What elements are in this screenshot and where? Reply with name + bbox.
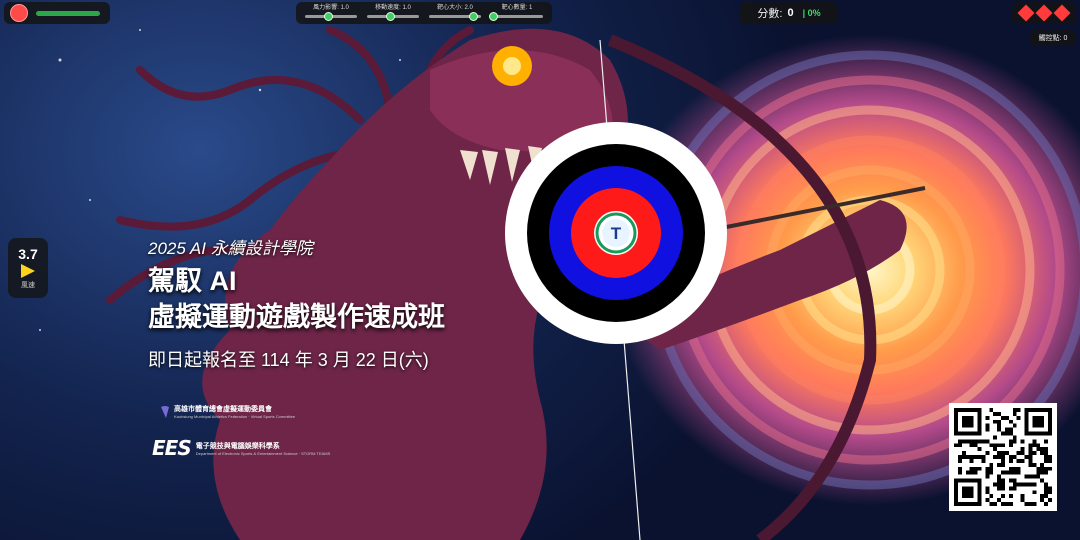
emblem-letter: T	[611, 224, 622, 243]
accuracy-value: | 0%	[802, 8, 821, 18]
slider-knob[interactable]	[489, 12, 499, 21]
wind-speed-value: 3.7	[18, 246, 38, 262]
archery-target[interactable]: T	[505, 122, 727, 344]
move-speed-slider[interactable]: 移動速度: 1.0	[364, 4, 422, 22]
target-size-slider[interactable]: 靶心大小: 2.0	[426, 4, 484, 22]
wind-direction-arrow-icon	[21, 264, 35, 278]
wind-label: 風速	[21, 282, 35, 289]
lives-panel	[1012, 2, 1076, 24]
player-status-panel	[4, 2, 110, 24]
score-label: 分數:	[757, 8, 783, 20]
federation-name: 高雄市體育總會虛擬運動委員會	[174, 406, 272, 413]
slider-track[interactable]	[305, 12, 357, 21]
life-diamond-icon	[1017, 4, 1035, 22]
slider-track[interactable]	[429, 12, 481, 21]
poster-registration-date: 即日起報名至 114 年 3 月 22 日(六)	[148, 350, 429, 370]
record-button[interactable]	[10, 4, 28, 22]
poster-subtitle: 2025 AI 永續設計學院	[148, 239, 313, 258]
federation-logo-icon	[161, 405, 169, 418]
slider-label: 移動速度: 1.0	[375, 5, 411, 11]
score-panel: 分數: 0 | 0%	[740, 2, 838, 24]
score-value: 0	[787, 7, 794, 19]
slider-track[interactable]	[367, 12, 419, 21]
slider-knob[interactable]	[323, 12, 333, 21]
ees-department-name-en: Department of Electronic Sports & Entert…	[195, 450, 331, 456]
wind-effect-slider[interactable]: 風力影響: 1.0	[302, 4, 360, 22]
slider-label: 靶心數量: 1	[501, 5, 533, 11]
ees-department-name: 電子競技與電腦娛樂科學系	[195, 442, 280, 450]
target-bullseye-emblem-icon[interactable]: T	[594, 211, 638, 255]
ees-logo: EES	[152, 436, 192, 460]
federation-name-en: Kaohsiung Municipal Athletics Federation…	[174, 414, 296, 419]
settings-sliders-panel: 風力影響: 1.0 移動速度: 1.0 靶心大小: 2.0 靶心數量: 1	[296, 2, 552, 24]
slider-knob[interactable]	[468, 12, 478, 21]
organizer-logo-federation: 高雄市體育總會虛擬運動委員會 Kaohsiung Municipal Athle…	[160, 404, 295, 419]
slider-track[interactable]	[489, 12, 543, 21]
poster-title-line2: 虛擬運動遊戲製作速成班	[148, 302, 445, 332]
registration-qr-code[interactable]	[949, 403, 1057, 511]
poster-title-line1: 駕馭 AI	[148, 266, 237, 296]
slider-label: 風力影響: 1.0	[313, 5, 349, 11]
health-bar	[36, 10, 100, 16]
touch-point-counter: 觸控點: 0	[1030, 30, 1076, 46]
life-diamond-icon	[1053, 4, 1071, 22]
slider-label: 靶心大小: 2.0	[437, 5, 473, 11]
slider-knob[interactable]	[385, 12, 395, 21]
organizer-logo-ees: EES 電子競技與電腦娛樂科學系 Department of Electroni…	[152, 436, 330, 460]
wind-indicator: 3.7 風速	[8, 238, 48, 298]
life-diamond-icon	[1035, 4, 1053, 22]
target-count-slider[interactable]: 靶心數量: 1	[488, 4, 546, 22]
